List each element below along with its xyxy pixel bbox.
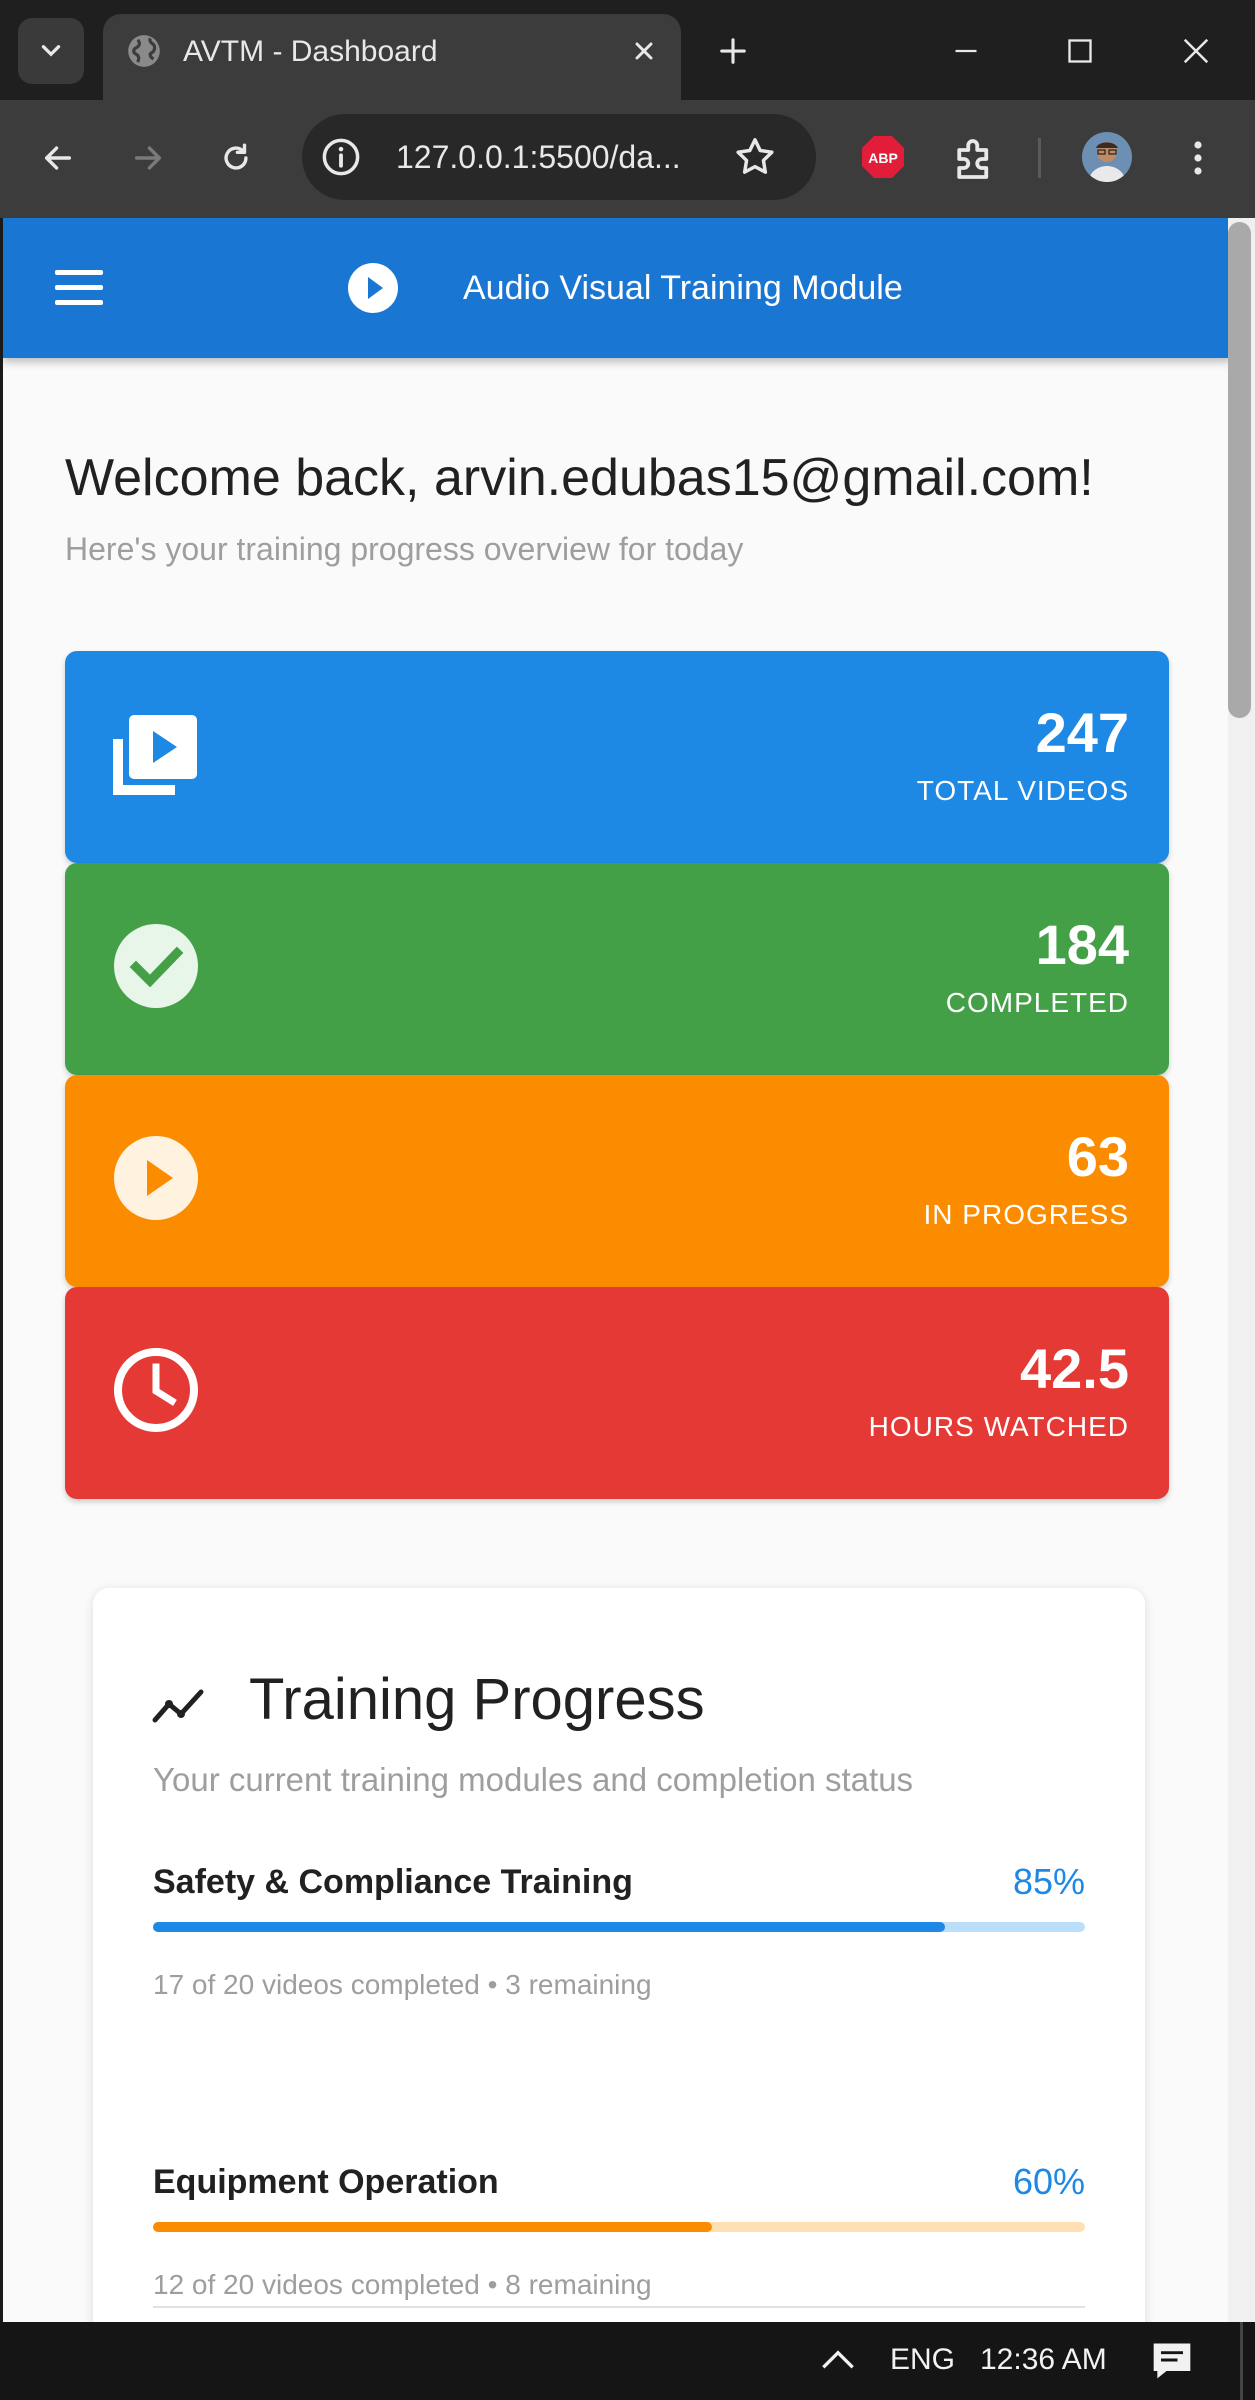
toolbar-separator <box>1038 138 1041 178</box>
module-divider <box>153 2306 1085 2308</box>
progress-track <box>153 2222 1085 2232</box>
tab-search-button[interactable] <box>18 18 84 84</box>
stat-card-in-progress[interactable]: 63 IN PROGRESS <box>65 1075 1169 1287</box>
stat-card-total-videos[interactable]: 247 TOTAL VIDEOS <box>65 651 1169 863</box>
close-window-button[interactable] <box>1171 26 1221 76</box>
reload-button[interactable] <box>208 130 264 186</box>
app-bar: Audio Visual Training Module <box>3 218 1228 358</box>
puzzle-icon <box>957 139 989 179</box>
extensions-button[interactable] <box>948 132 1002 186</box>
tab-close-button[interactable] <box>623 30 665 72</box>
stat-label: COMPLETED <box>945 987 1129 1018</box>
forward-button[interactable] <box>120 130 176 186</box>
stat-card-completed[interactable]: 184 COMPLETED <box>65 863 1169 1075</box>
trending-icon <box>152 1689 204 1723</box>
progress-fill <box>153 2222 713 2232</box>
page-scrollbar[interactable] <box>1228 218 1255 2322</box>
page-viewport: Audio Visual Training Module Welcome bac… <box>0 218 1228 2322</box>
close-icon <box>635 42 653 60</box>
bookmark-star-icon[interactable] <box>732 134 778 180</box>
module-percent: 85% <box>1012 1861 1085 1902</box>
check-circle-icon <box>114 924 198 1008</box>
stat-card-hours-watched[interactable]: 42.5 HOURS WATCHED <box>65 1287 1169 1499</box>
stat-label: TOTAL VIDEOS <box>916 775 1129 806</box>
maximize-icon <box>1068 39 1092 63</box>
profile-photo-icon <box>1082 132 1132 182</box>
language-indicator[interactable]: ENG <box>890 2340 955 2380</box>
back-button[interactable] <box>30 130 86 186</box>
maximize-button[interactable] <box>1055 26 1105 76</box>
show-desktop-edge[interactable] <box>1240 2322 1243 2400</box>
active-tab[interactable]: AVTM - Dashboard <box>103 14 681 104</box>
progress-track <box>153 1922 1085 1932</box>
module-detail: 12 of 20 videos completed • 8 remaining <box>153 2269 652 2300</box>
progress-fill <box>153 1922 946 1932</box>
notification-icon[interactable] <box>1150 2338 1194 2382</box>
training-progress-card: Training Progress Your current training … <box>93 1588 1145 2322</box>
adblock-badge-text: ABP <box>868 150 898 166</box>
close-icon <box>1183 38 1209 64</box>
profile-avatar[interactable] <box>1082 132 1132 182</box>
app-title: Audio Visual Training Module <box>463 269 903 307</box>
minimize-icon <box>955 49 977 53</box>
chevron-up-icon[interactable] <box>816 2338 860 2382</box>
card-subtitle: Your current training modules and comple… <box>153 1761 914 1798</box>
browser-menu-button[interactable] <box>1170 130 1226 186</box>
stat-label: IN PROGRESS <box>923 1199 1129 1230</box>
new-tab-button[interactable] <box>708 26 758 76</box>
module-detail: 17 of 20 videos completed • 3 remaining <box>153 1969 652 2000</box>
welcome-subtitle: Here's your training progress overview f… <box>65 531 744 567</box>
more-vert-icon <box>1194 141 1202 175</box>
clock-icon <box>114 1348 198 1432</box>
browser-tab-strip: AVTM - Dashboard <box>0 0 1255 104</box>
stat-value: 42.5 <box>1020 1337 1129 1400</box>
stat-label: HOURS WATCHED <box>868 1411 1129 1442</box>
stat-value: 247 <box>1035 701 1129 764</box>
welcome-heading: Welcome back, arvin.edubas15@gmail.com! <box>65 449 1094 507</box>
os-taskbar: ENG 12:36 AM <box>0 2322 1255 2400</box>
plus-icon <box>720 38 746 64</box>
arrow-left-icon <box>44 146 72 170</box>
adblock-plus-icon[interactable]: ABP <box>860 134 906 180</box>
globe-icon <box>128 35 160 67</box>
arrow-right-icon <box>134 146 162 170</box>
browser-toolbar: 127.0.0.1:5500/da... <box>0 100 1255 218</box>
play-circle-icon <box>114 1136 198 1220</box>
module-percent: 60% <box>1012 2161 1085 2202</box>
site-info-icon[interactable] <box>320 136 362 178</box>
play-logo-icon <box>348 263 398 313</box>
chevron-down-icon <box>41 45 61 57</box>
clock-time[interactable]: 12:36 AM <box>980 2340 1107 2380</box>
stat-value: 184 <box>1035 913 1129 976</box>
minimize-button[interactable] <box>941 26 991 76</box>
video-library-icon <box>113 715 197 795</box>
scrollbar-thumb[interactable] <box>1228 222 1251 718</box>
url-text[interactable]: 127.0.0.1:5500/da... <box>396 136 681 178</box>
reload-icon <box>224 143 248 170</box>
menu-toggle-button[interactable] <box>55 270 105 306</box>
card-title: Training Progress <box>249 1667 705 1732</box>
module-name: Safety & Compliance Training <box>153 1863 633 1901</box>
tab-title: AVTM - Dashboard <box>183 35 438 68</box>
stat-value: 63 <box>1066 1125 1129 1188</box>
address-bar[interactable]: 127.0.0.1:5500/da... <box>302 114 816 200</box>
module-name: Equipment Operation <box>153 2163 499 2201</box>
